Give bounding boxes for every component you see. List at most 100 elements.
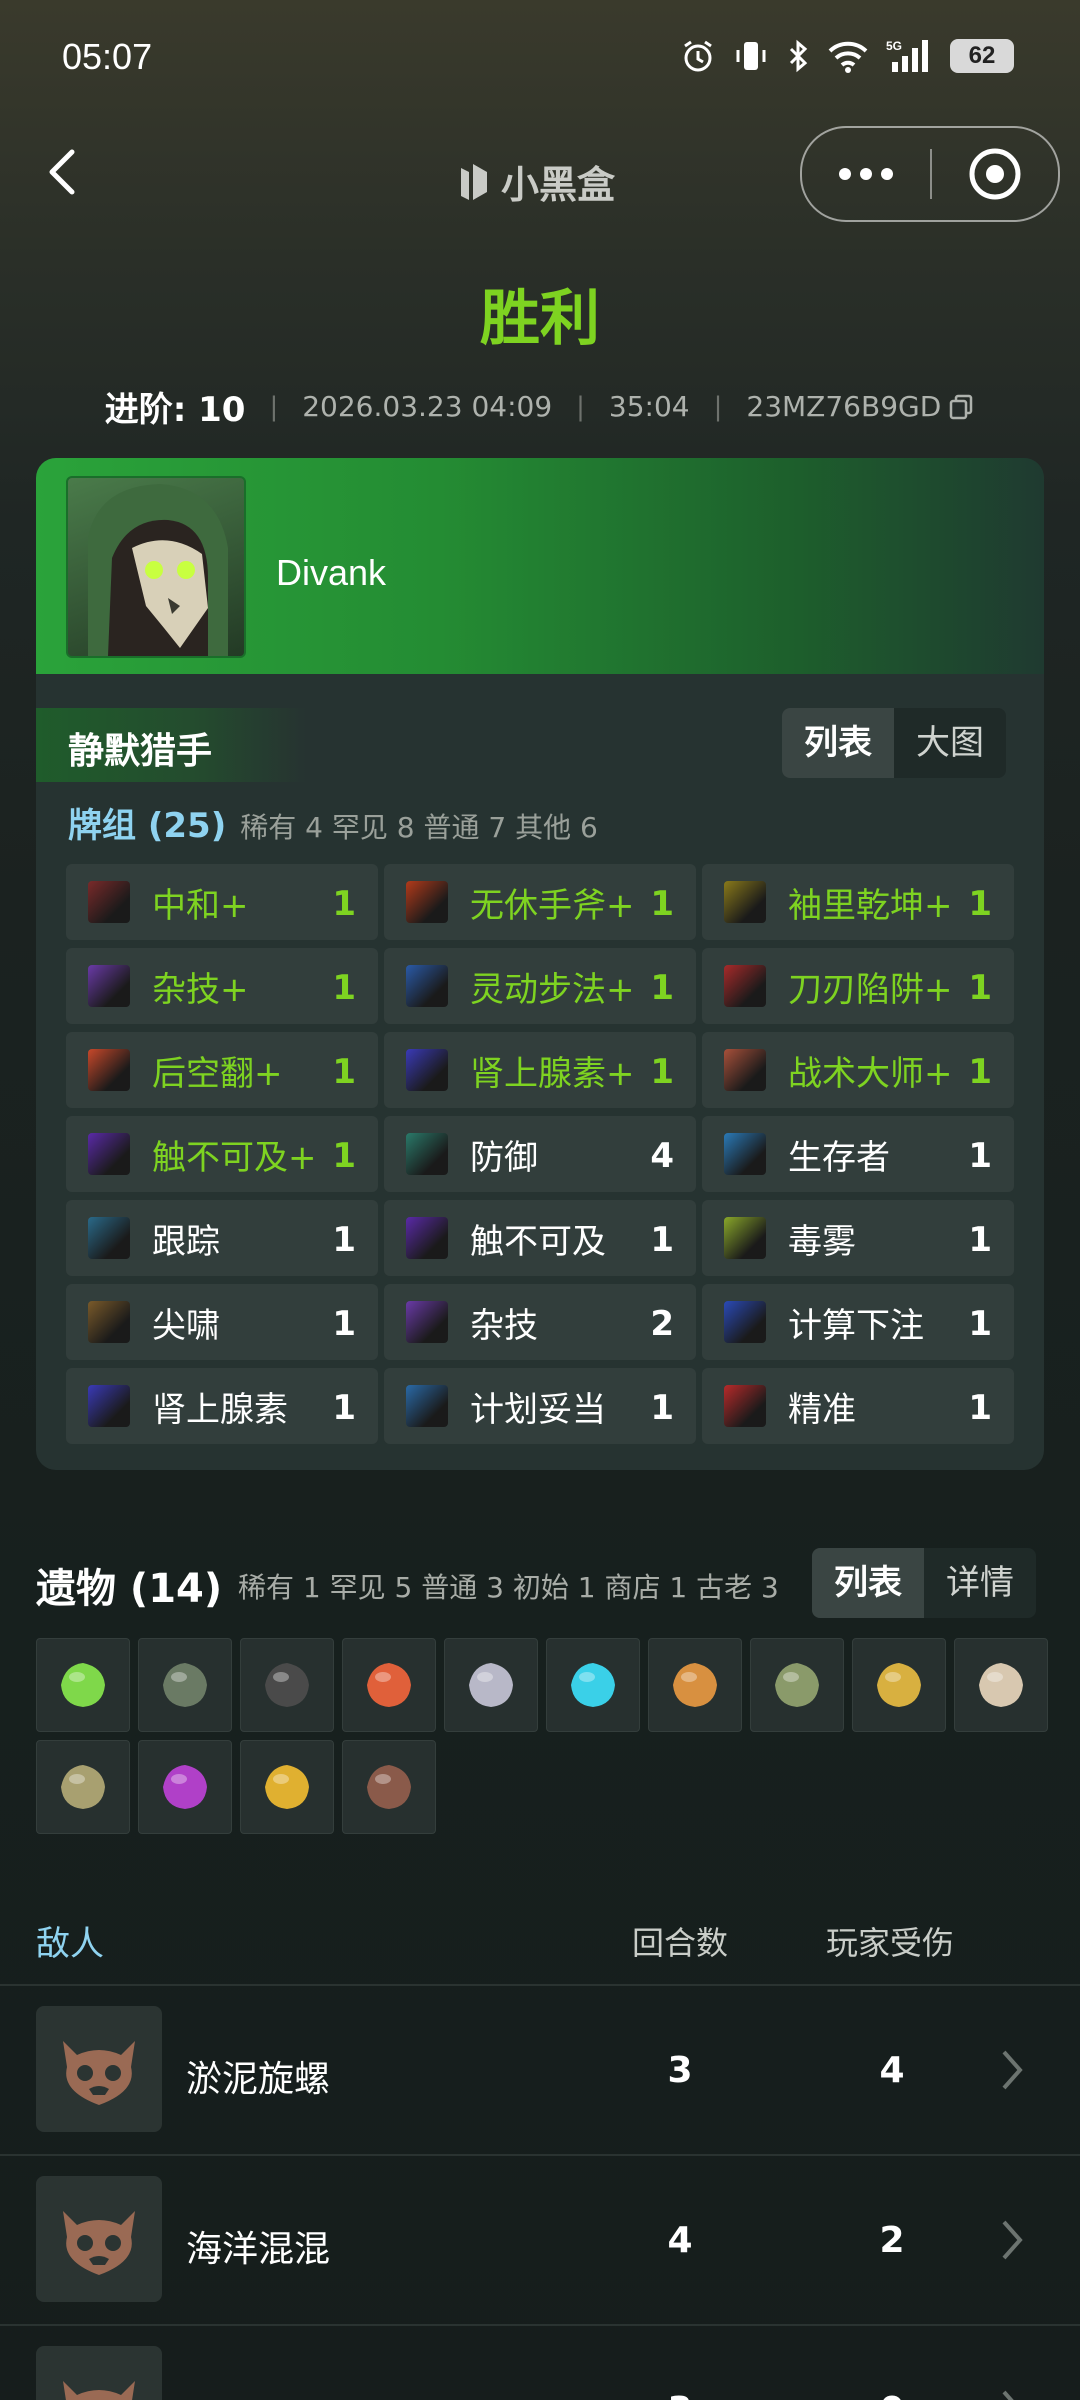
relics-summary: 稀有 1 罕见 5 普通 3 初始 1 商店 1 古老 3 (238, 1571, 779, 1604)
deck-card-item[interactable]: 计算下注 1 (702, 1284, 1014, 1360)
card-art-icon (88, 881, 130, 923)
relic-slot[interactable] (240, 1740, 334, 1834)
run-datetime: 2026.03.23 04:09 (302, 390, 553, 423)
deck-card-item[interactable]: 刀刃陷阱+ 1 (702, 948, 1014, 1024)
relic-slot[interactable] (954, 1638, 1048, 1732)
relic-grid (36, 1638, 1048, 1834)
deck-card-item[interactable]: 毒雾 1 (702, 1200, 1014, 1276)
relic-slot[interactable] (750, 1638, 844, 1732)
enemies-header-rounds: 回合数 (632, 1924, 729, 1962)
green-ring-relic-icon (61, 1663, 105, 1707)
card-name: 战术大师+ (788, 1053, 953, 1094)
card-count: 1 (650, 1220, 674, 1260)
back-chevron-icon[interactable] (38, 146, 90, 198)
card-name: 袖里乾坤+ (788, 885, 953, 926)
tent-relic-icon (979, 1663, 1023, 1707)
wifi-icon (828, 41, 868, 73)
card-name: 跟踪 (152, 1221, 220, 1262)
enemy-row[interactable]: 淤泥旋螺 3 4 (0, 1986, 1080, 2154)
card-art-icon (406, 881, 448, 923)
leaf-relic-icon (673, 1663, 717, 1707)
run-meta: 进阶: 10 | 2026.03.23 04:09 | 35:04 | 23MZ… (0, 382, 1080, 431)
deck-card-item[interactable]: 肾上腺素+ 1 (384, 1032, 696, 1108)
card-name: 中和+ (152, 885, 249, 926)
deck-card-item[interactable]: 后空翻+ 1 (66, 1032, 378, 1108)
meta-separator: | (269, 391, 279, 422)
card-name: 肾上腺素+ (470, 1053, 635, 1094)
close-target-button[interactable] (932, 146, 1058, 202)
deck-card-item[interactable]: 触不可及 1 (384, 1200, 696, 1276)
stone-relic-icon (163, 1663, 207, 1707)
deck-card-item[interactable]: 尖啸 1 (66, 1284, 378, 1360)
deck-card-item[interactable]: 触不可及+ 1 (66, 1116, 378, 1192)
card-count: 4 (650, 1136, 674, 1176)
deck-card-item[interactable]: 袖里乾坤+ 1 (702, 864, 1014, 940)
card-name: 计划妥当 (470, 1389, 606, 1430)
deck-card-item[interactable]: 杂技 2 (384, 1284, 696, 1360)
alarm-icon (684, 40, 712, 72)
deck-grid: 中和+ 1 无休手斧+ 1 袖里乾坤+ 1 杂技+ 1 灵动步法+ 1 刀刃陷阱+ 1 后空翻+ 1 肾上腺… (66, 864, 1014, 1444)
kettlebell-relic-icon (265, 1663, 309, 1707)
relic-slot[interactable] (342, 1638, 436, 1732)
deck-card-item[interactable]: 生存者 1 (702, 1116, 1014, 1192)
torch-relic-icon (367, 1663, 411, 1707)
deck-summary: 牌组 (25) 稀有 4 罕见 8 普通 7 其他 6 (68, 798, 598, 847)
enemy-rounds: 3 (660, 2390, 700, 2400)
relic-slot[interactable] (138, 1638, 232, 1732)
card-name: 后空翻+ (152, 1053, 283, 1094)
deck-card-item[interactable]: 肾上腺素 1 (66, 1368, 378, 1444)
relic-detail-tab[interactable]: 详情 (924, 1548, 1036, 1618)
relic-list-tab[interactable]: 列表 (812, 1548, 924, 1618)
chevron-right-icon (1002, 2390, 1014, 2400)
relic-slot[interactable] (36, 1638, 130, 1732)
deck-big-image-tab[interactable]: 大图 (894, 708, 1006, 778)
deck-card-item[interactable]: 杂技+ 1 (66, 948, 378, 1024)
more-menu-button[interactable] (802, 168, 930, 180)
deck-card-item[interactable]: 无休手斧+ 1 (384, 864, 696, 940)
ascension-level: 进阶: 10 (104, 390, 246, 430)
enemy-row[interactable]: 海洋混混 4 2 (0, 2156, 1080, 2324)
deck-card-item[interactable]: 跟踪 1 (66, 1200, 378, 1276)
relic-slot[interactable] (546, 1638, 640, 1732)
deck-list-tab[interactable]: 列表 (782, 708, 894, 778)
character-portrait (66, 476, 246, 658)
relic-slot[interactable] (138, 1740, 232, 1834)
frog-relic-icon (775, 1663, 819, 1707)
card-name: 触不可及+ (152, 1137, 317, 1178)
card-count: 1 (650, 884, 674, 924)
blue-splash-relic-icon (571, 1663, 615, 1707)
card-name: 毒雾 (788, 1221, 856, 1262)
card-art-icon (406, 1301, 448, 1343)
enemy-name: 海洋混混 (186, 2229, 331, 2270)
deck-card-item[interactable]: 中和+ 1 (66, 864, 378, 940)
deck-card-item[interactable]: 战术大师+ 1 (702, 1032, 1014, 1108)
relic-slot[interactable] (240, 1638, 334, 1732)
enemy-icon (36, 2176, 162, 2302)
card-art-icon (88, 1133, 130, 1175)
deck-card-item[interactable]: 精准 1 (702, 1368, 1014, 1444)
relic-slot[interactable] (36, 1740, 130, 1834)
ring-relic-icon (877, 1663, 921, 1707)
deck-card-item[interactable]: 计划妥当 1 (384, 1368, 696, 1444)
deck-card-item[interactable]: 灵动步法+ 1 (384, 948, 696, 1024)
enemy-row[interactable]: 蟾蜍蝌蚪 3 0 (0, 2326, 1080, 2400)
chevron-right-icon (1002, 2220, 1023, 2260)
card-count: 1 (650, 968, 674, 1008)
enemies-header-damage: 玩家受伤 (826, 1924, 955, 1962)
hooded-skull-portrait-icon (88, 484, 228, 656)
card-name: 生存者 (788, 1137, 890, 1178)
shield-relic-icon (469, 1663, 513, 1707)
card-art-icon (724, 881, 766, 923)
card-count: 1 (968, 968, 992, 1008)
card-count: 1 (332, 968, 356, 1008)
copy-icon[interactable] (947, 393, 975, 421)
card-art-icon (88, 1217, 130, 1259)
relic-slot[interactable] (342, 1740, 436, 1834)
relic-slot[interactable] (852, 1638, 946, 1732)
bluetooth-icon (789, 39, 808, 73)
relic-slot[interactable] (648, 1638, 742, 1732)
relic-slot[interactable] (444, 1638, 538, 1732)
deck-card-item[interactable]: 防御 4 (384, 1116, 696, 1192)
card-name: 精准 (788, 1389, 856, 1430)
card-art-icon (88, 965, 130, 1007)
